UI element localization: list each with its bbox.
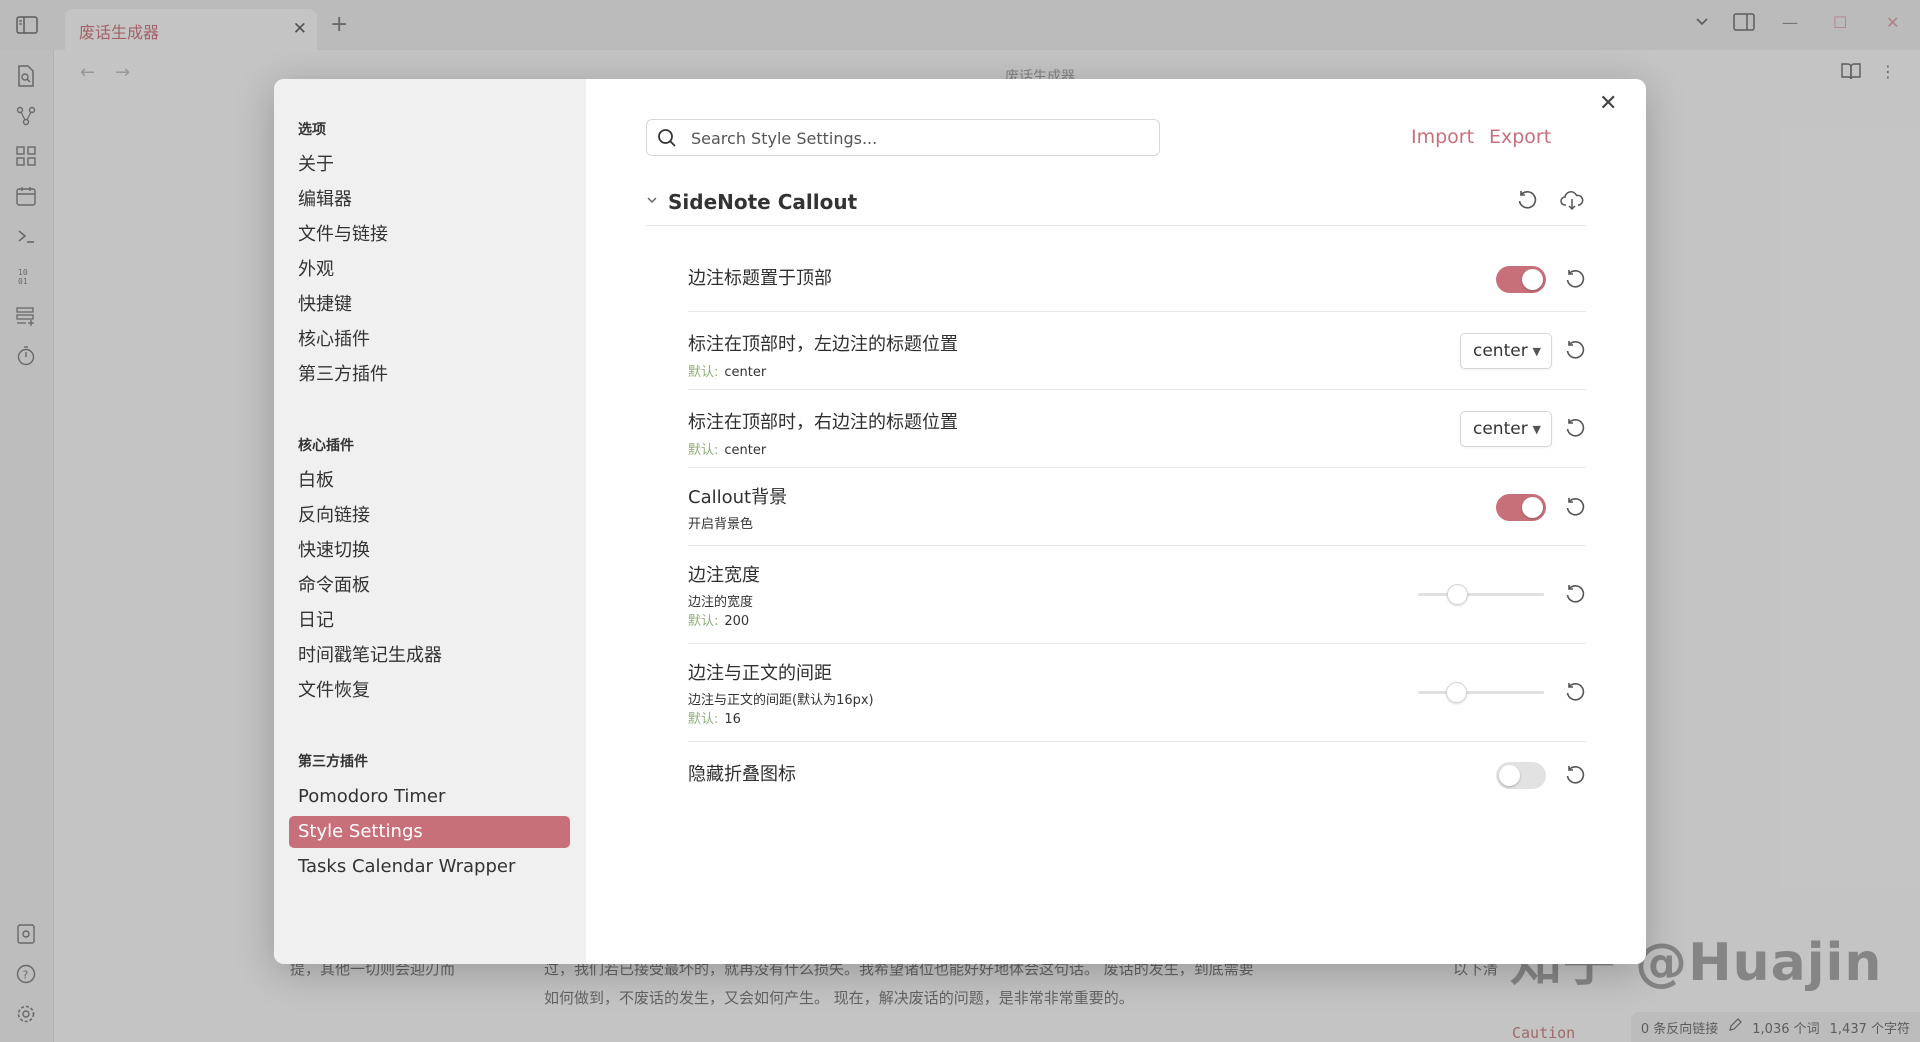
default-label: 默认: bbox=[688, 712, 719, 727]
setting-row: Callout背景 开启背景色 bbox=[688, 468, 1586, 546]
setting-row: 隐藏折叠图标 bbox=[688, 742, 1586, 808]
dropdown-value: center bbox=[1473, 341, 1528, 361]
export-button[interactable]: Export bbox=[1489, 126, 1551, 148]
dropdown-value: center bbox=[1473, 419, 1528, 439]
sidebar-item-style-settings[interactable]: Style Settings bbox=[289, 816, 570, 848]
slider[interactable] bbox=[1418, 582, 1544, 606]
sidebar-heading-core-plugins: 核心插件 bbox=[298, 438, 354, 454]
slider-track bbox=[1418, 691, 1544, 694]
chevron-down-icon: ▼ bbox=[1532, 345, 1541, 358]
setting-name: 隐藏折叠图标 bbox=[688, 764, 796, 785]
default-value: center bbox=[724, 365, 767, 380]
sidebar-item-community-plugins[interactable]: 第三方插件 bbox=[289, 359, 570, 391]
setting-name: Callout背景 bbox=[688, 487, 788, 508]
sidebar-heading-community-plugins: 第三方插件 bbox=[298, 754, 368, 770]
default-value: 16 bbox=[724, 712, 741, 727]
sidebar-item-unique-note-creator[interactable]: 时间戳笔记生成器 bbox=[289, 640, 570, 672]
setting-row: 标注在顶部时，右边注的标题位置 默认: center center ▼ bbox=[688, 390, 1586, 468]
reset-icon[interactable] bbox=[1564, 681, 1588, 705]
setting-description: 开启背景色 bbox=[688, 517, 754, 532]
sidebar-item-hotkeys[interactable]: 快捷键 bbox=[289, 289, 570, 321]
sidebar-item-canvas[interactable]: 白板 bbox=[289, 465, 570, 497]
setting-default: 默认: 200 bbox=[688, 610, 749, 629]
settings-sidebar: 选项 关于 编辑器 文件与链接 外观 快捷键 核心插件 第三方插件 核心插件 白… bbox=[274, 79, 586, 964]
reset-icon[interactable] bbox=[1564, 339, 1588, 363]
setting-row: 标注在顶部时，左边注的标题位置 默认: center center ▼ bbox=[688, 312, 1586, 390]
setting-row: 边注标题置于顶部 bbox=[688, 246, 1586, 312]
setting-row: 边注宽度 边注的宽度 默认: 200 bbox=[688, 546, 1586, 644]
default-value: 200 bbox=[724, 614, 750, 629]
sidebar-item-command-palette[interactable]: 命令面板 bbox=[289, 570, 570, 602]
setting-name: 边注与正文的间距 bbox=[688, 663, 832, 684]
sidebar-item-file-recovery[interactable]: 文件恢复 bbox=[289, 675, 570, 707]
setting-description: 边注的宽度 bbox=[688, 595, 754, 610]
default-label: 默认: bbox=[688, 443, 719, 458]
toggle-knob bbox=[1499, 765, 1520, 786]
toggle-switch[interactable] bbox=[1496, 762, 1546, 789]
reset-icon[interactable] bbox=[1564, 496, 1588, 520]
reset-icon[interactable] bbox=[1564, 268, 1588, 292]
sidebar-item-pomodoro-timer[interactable]: Pomodoro Timer bbox=[289, 781, 570, 813]
toggle-knob bbox=[1522, 269, 1543, 290]
toggle-knob bbox=[1522, 497, 1543, 518]
section-reset-icon[interactable] bbox=[1516, 189, 1538, 215]
setting-default: 默认: center bbox=[688, 361, 766, 380]
sidebar-item-about[interactable]: 关于 bbox=[289, 149, 570, 181]
setting-name: 标注在顶部时，左边注的标题位置 bbox=[688, 334, 958, 355]
reset-icon[interactable] bbox=[1564, 417, 1588, 441]
section-title: SideNote Callout bbox=[668, 190, 858, 214]
sidebar-item-quick-switcher[interactable]: 快速切换 bbox=[289, 535, 570, 567]
search-icon bbox=[657, 128, 677, 152]
dropdown-select[interactable]: center ▼ bbox=[1460, 411, 1552, 447]
chevron-down-icon: ▼ bbox=[1532, 423, 1541, 436]
setting-description: 边注与正文的间距(默认为16px) bbox=[688, 693, 874, 708]
import-button[interactable]: Import bbox=[1411, 126, 1474, 148]
chevron-down-icon[interactable] bbox=[646, 194, 658, 209]
search-box bbox=[646, 119, 1160, 156]
setting-name: 边注宽度 bbox=[688, 565, 760, 586]
sidebar-item-editor[interactable]: 编辑器 bbox=[289, 184, 570, 216]
settings-content: Import Export SideNote Callout 边注标题置于顶部 … bbox=[586, 79, 1646, 964]
section-export-cloud-icon[interactable] bbox=[1560, 189, 1584, 215]
sidebar-item-backlinks[interactable]: 反向链接 bbox=[289, 500, 570, 532]
default-value: center bbox=[724, 443, 767, 458]
toggle-switch[interactable] bbox=[1496, 266, 1546, 293]
slider-thumb[interactable] bbox=[1447, 584, 1468, 605]
sidebar-item-core-plugins[interactable]: 核心插件 bbox=[289, 324, 570, 356]
setting-name: 边注标题置于顶部 bbox=[688, 268, 832, 289]
setting-default: 默认: 16 bbox=[688, 708, 741, 727]
toggle-switch[interactable] bbox=[1496, 494, 1546, 521]
setting-row: 边注与正文的间距 边注与正文的间距(默认为16px) 默认: 16 bbox=[688, 644, 1586, 742]
section-header[interactable]: SideNote Callout bbox=[646, 184, 1586, 226]
setting-default: 默认: center bbox=[688, 439, 766, 458]
slider-thumb[interactable] bbox=[1446, 682, 1467, 703]
slider-track bbox=[1418, 593, 1544, 596]
default-label: 默认: bbox=[688, 614, 719, 629]
reset-icon[interactable] bbox=[1564, 583, 1588, 607]
slider[interactable] bbox=[1418, 680, 1544, 704]
sidebar-item-daily-notes[interactable]: 日记 bbox=[289, 605, 570, 637]
search-input[interactable] bbox=[691, 125, 1141, 151]
sidebar-heading-options: 选项 bbox=[298, 122, 326, 138]
settings-modal: 选项 关于 编辑器 文件与链接 外观 快捷键 核心插件 第三方插件 核心插件 白… bbox=[274, 79, 1646, 964]
setting-name: 标注在顶部时，右边注的标题位置 bbox=[688, 412, 958, 433]
reset-icon[interactable] bbox=[1564, 764, 1588, 788]
sidebar-item-files-links[interactable]: 文件与链接 bbox=[289, 219, 570, 251]
dropdown-select[interactable]: center ▼ bbox=[1460, 333, 1552, 369]
default-label: 默认: bbox=[688, 365, 719, 380]
sidebar-item-tasks-calendar-wrapper[interactable]: Tasks Calendar Wrapper bbox=[289, 851, 570, 883]
sidebar-item-appearance[interactable]: 外观 bbox=[289, 254, 570, 286]
